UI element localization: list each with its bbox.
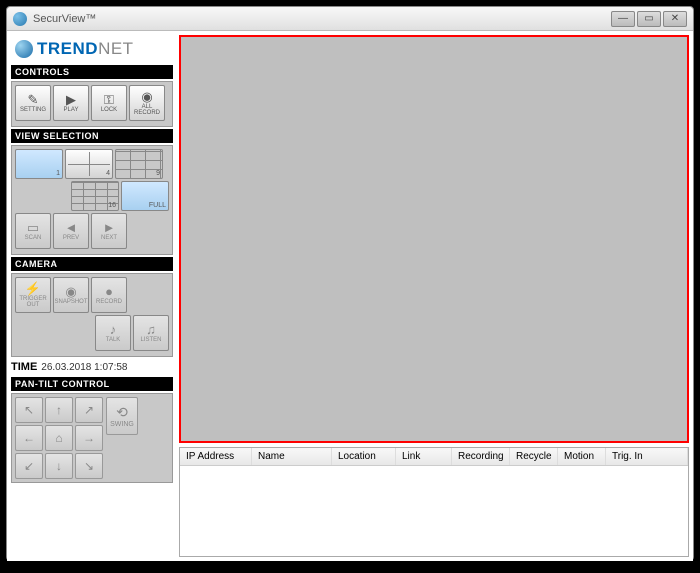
close-button[interactable]: ✕ (663, 11, 687, 27)
play-icon: ▶ (66, 93, 76, 106)
bolt-icon: ⚡ (25, 282, 41, 295)
content: TRENDNET CONTROLS ✎SETTING ▶PLAY ⚿LOCK ◉… (7, 31, 693, 561)
app-window: SecurView™ — ▭ ✕ TRENDNET CONTROLS ✎SETT… (6, 6, 694, 561)
pan-home-button[interactable]: ⌂ (45, 425, 73, 451)
col-recording[interactable]: Recording (452, 448, 510, 465)
view-16-button[interactable]: 16 (71, 181, 119, 211)
swing-button[interactable]: ⟲ SWING (106, 397, 138, 435)
pan-right-button[interactable]: → (75, 425, 103, 451)
snapshot-button[interactable]: ◉SNAPSHOT (53, 277, 89, 313)
pan-tilt-grid: ↖ ↑ ↗ ← ⌂ → ↙ ↓ ↘ (15, 397, 103, 479)
scan-button[interactable]: ▭SCAN (15, 213, 51, 249)
globe-icon (15, 40, 33, 58)
pan-up-left-button[interactable]: ↖ (15, 397, 43, 423)
col-ip[interactable]: IP Address (180, 448, 252, 465)
minimize-button[interactable]: — (611, 11, 635, 27)
col-motion[interactable]: Motion (558, 448, 606, 465)
all-record-button[interactable]: ◉ALL RECORD (129, 85, 165, 121)
photo-icon: ◉ (65, 285, 76, 298)
talk-button[interactable]: ♪TALK (95, 315, 131, 351)
mic-icon: ♪ (110, 323, 117, 336)
window-controls: — ▭ ✕ (611, 11, 687, 27)
time-label: TIME (11, 361, 37, 373)
pantilt-panel: ↖ ↑ ↗ ← ⌂ → ↙ ↓ ↘ ⟲ SWING (11, 393, 173, 483)
view-1-button[interactable]: 1 (15, 149, 63, 179)
maximize-button[interactable]: ▭ (637, 11, 661, 27)
titlebar: SecurView™ — ▭ ✕ (7, 7, 693, 31)
scan-icon: ▭ (27, 221, 39, 234)
brand-text: TRENDNET (37, 39, 134, 59)
col-trig-in[interactable]: Trig. In (606, 448, 688, 465)
swing-icon: ⟲ (116, 404, 128, 421)
pan-up-right-button[interactable]: ↗ (75, 397, 103, 423)
table-header: IP Address Name Location Link Recording … (180, 448, 688, 466)
time-display: TIME 26.03.2018 1:07:58 (11, 359, 173, 375)
lock-button[interactable]: ⚿LOCK (91, 85, 127, 121)
camera-panel: ⚡TRIGGER OUT ◉SNAPSHOT ●RECORD ♪TALK ♫LI… (11, 273, 173, 357)
app-icon (13, 12, 27, 26)
pan-down-left-button[interactable]: ↙ (15, 453, 43, 479)
pan-up-button[interactable]: ↑ (45, 397, 73, 423)
key-icon: ⚿ (104, 93, 114, 106)
view-4-button[interactable]: 4 (65, 149, 113, 179)
record-button[interactable]: ●RECORD (91, 277, 127, 313)
video-viewport[interactable] (179, 35, 689, 443)
setting-button[interactable]: ✎SETTING (15, 85, 51, 121)
pan-down-button[interactable]: ↓ (45, 453, 73, 479)
col-recycle[interactable]: Recycle (510, 448, 558, 465)
record-icon: ● (105, 285, 113, 298)
prev-icon: ◄ (65, 221, 78, 234)
col-location[interactable]: Location (332, 448, 396, 465)
camera-icon: ◉ (141, 90, 152, 103)
controls-header: CONTROLS (11, 65, 173, 79)
col-link[interactable]: Link (396, 448, 452, 465)
wrench-icon: ✎ (28, 93, 39, 106)
listen-button[interactable]: ♫LISTEN (133, 315, 169, 351)
controls-panel: ✎SETTING ▶PLAY ⚿LOCK ◉ALL RECORD (11, 81, 173, 127)
col-name[interactable]: Name (252, 448, 332, 465)
view-header: VIEW SELECTION (11, 129, 173, 143)
brand-logo: TRENDNET (11, 35, 173, 63)
view-9-button[interactable]: 9 (115, 149, 163, 179)
camera-table: IP Address Name Location Link Recording … (179, 447, 689, 557)
main-area: IP Address Name Location Link Recording … (179, 35, 689, 557)
view-full-button[interactable]: FULL (121, 181, 169, 211)
pan-left-button[interactable]: ← (15, 425, 43, 451)
trigger-out-button[interactable]: ⚡TRIGGER OUT (15, 277, 51, 313)
camera-header: CAMERA (11, 257, 173, 271)
view-panel: 1 4 9 16 FULL ▭SCAN ◄PREV ►NEXT (11, 145, 173, 255)
play-button[interactable]: ▶PLAY (53, 85, 89, 121)
prev-button[interactable]: ◄PREV (53, 213, 89, 249)
sidebar: TRENDNET CONTROLS ✎SETTING ▶PLAY ⚿LOCK ◉… (11, 35, 173, 557)
next-button[interactable]: ►NEXT (91, 213, 127, 249)
time-value: 26.03.2018 1:07:58 (41, 362, 127, 373)
pan-down-right-button[interactable]: ↘ (75, 453, 103, 479)
speaker-icon: ♫ (146, 323, 156, 336)
next-icon: ► (103, 221, 116, 234)
window-title: SecurView™ (33, 13, 611, 25)
pantilt-header: PAN-TILT CONTROL (11, 377, 173, 391)
